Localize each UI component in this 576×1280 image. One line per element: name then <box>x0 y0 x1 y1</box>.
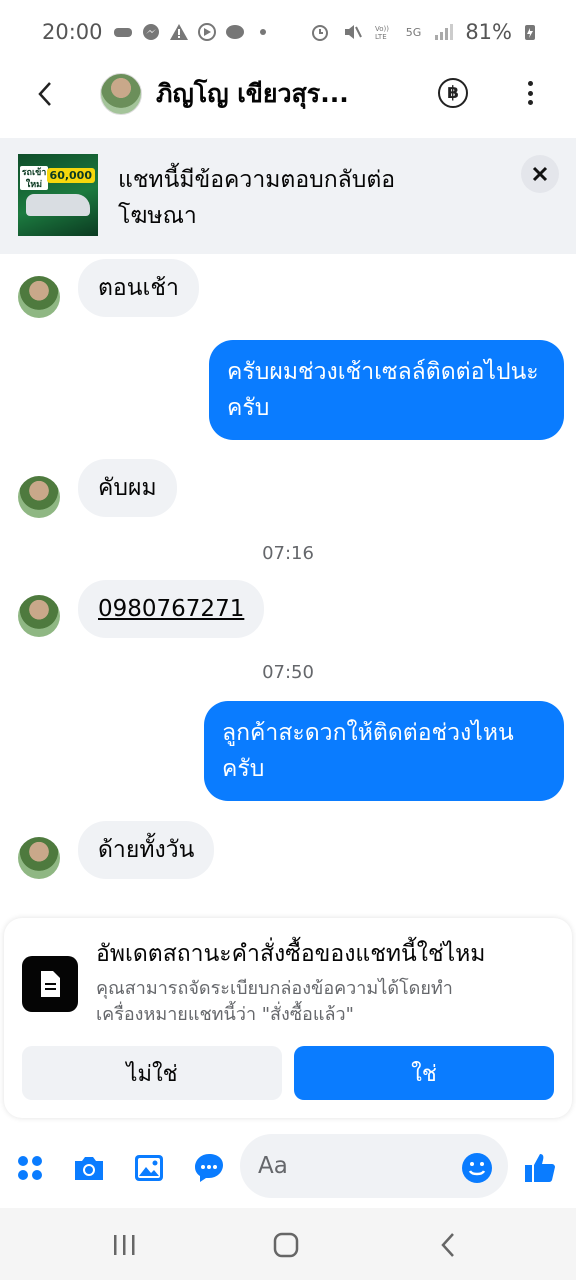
battery-charging-icon <box>525 25 535 40</box>
message-composer: Aa <box>0 1130 576 1206</box>
order-prompt-title: อัพเดตสถานะคำสั่งซื้อของแชทนี้ใช่ไหม <box>96 941 486 967</box>
ad-thumb-price: 60,000 <box>46 168 95 183</box>
incoming-message[interactable]: ด้ายทั้งวัน <box>78 821 215 879</box>
alarm-icon <box>311 25 328 41</box>
ad-banner-text: แชทนี้มีข้อความตอบกลับต่อโฆษณา <box>118 167 396 229</box>
system-back-button[interactable] <box>428 1230 468 1260</box>
line-app-icon <box>225 25 244 39</box>
ad-reply-banner[interactable]: รถเข้าใหม่ 60,000 แชทนี้มีข้อความตอบกลับ… <box>0 138 576 254</box>
outgoing-message[interactable]: ครับผมช่วงเช้าเซลล์ติดต่อไปนะครับ <box>209 340 564 440</box>
battery-percent: 81% <box>465 20 512 44</box>
system-status-icons: Vo)) LTE 5G 81% <box>310 20 536 44</box>
message-timestamp: 07:16 <box>262 543 314 564</box>
dot-icon <box>527 90 533 96</box>
close-ad-banner-button[interactable] <box>521 155 559 193</box>
gallery-button[interactable] <box>131 1150 167 1186</box>
mute-icon <box>344 25 362 39</box>
notification-icons <box>113 23 273 41</box>
incoming-message-phone[interactable]: 0980767271 <box>78 580 265 638</box>
thumbs-up-icon <box>525 1154 555 1182</box>
order-status-prompt-card: อัพเดตสถานะคำสั่งซื้อของแชทนี้ใช่ไหม คุณ… <box>4 918 572 1118</box>
svg-text:LTE: LTE <box>375 33 387 41</box>
incoming-message[interactable]: คับผม <box>78 459 177 517</box>
camera-icon <box>75 1157 103 1180</box>
smiley-icon <box>462 1153 492 1183</box>
back-chevron-icon <box>441 1233 454 1257</box>
recents-icon <box>114 1235 135 1255</box>
yes-button[interactable]: ใช่ <box>294 1046 554 1100</box>
phone-number-link[interactable]: 0980767271 <box>98 596 244 622</box>
emoji-button[interactable] <box>459 1150 495 1186</box>
svg-text:Vo)): Vo)) <box>375 25 389 33</box>
incoming-message[interactable]: ตอนเช้า <box>78 259 199 317</box>
document-icon <box>22 956 78 1012</box>
ad-thumb-headline: รถเข้าใหม่ <box>21 168 47 190</box>
chevron-left-icon <box>38 82 51 106</box>
four-dots-icon <box>18 1156 42 1180</box>
order-prompt-description: คุณสามารถจัดระเบียบกล่องข้อความได้โดยทำเ… <box>96 978 453 1025</box>
game-controller-icon <box>113 28 132 37</box>
message-timestamp: 07:50 <box>262 662 314 683</box>
image-icon <box>135 1155 163 1181</box>
camera-button[interactable] <box>71 1150 107 1186</box>
apps-menu-button[interactable] <box>12 1150 48 1186</box>
outgoing-message[interactable]: ลูกค้าสะดวกให้ติดต่อช่วงไหนครับ <box>204 701 564 801</box>
contact-name[interactable]: ภิญโญ เขียวสุร... <box>156 74 406 114</box>
warning-icon <box>169 24 188 40</box>
ad-thumb-headline-tag: รถเข้าใหม่ <box>20 166 48 190</box>
dot-icon <box>527 81 533 86</box>
system-navigation-bar <box>0 1208 576 1280</box>
navigation-icon <box>197 23 216 41</box>
contact-avatar[interactable] <box>100 73 142 115</box>
car-image <box>26 194 90 216</box>
home-icon <box>273 1232 299 1258</box>
messenger-icon <box>142 24 159 40</box>
network-type-label: 5G <box>405 25 422 39</box>
payment-baht-button[interactable]: ฿ <box>438 78 468 108</box>
back-button[interactable] <box>0 50 90 138</box>
status-time: 20:00 <box>42 20 103 44</box>
volte-icon: Vo))LTE <box>375 25 389 41</box>
chat-bubble-dots-icon <box>195 1154 223 1182</box>
home-button[interactable] <box>266 1230 306 1260</box>
recent-apps-button[interactable] <box>104 1230 144 1260</box>
ad-thumbnail: รถเข้าใหม่ 60,000 <box>18 154 98 236</box>
signal-icon <box>435 24 454 40</box>
messenger-chat-screen: 20:00 Vo)) LTE 5G 81% ภิญโญ เขียวสุร... ฿ <box>0 0 576 1280</box>
sender-avatar[interactable] <box>18 595 60 637</box>
sender-avatar[interactable] <box>18 837 60 879</box>
like-button[interactable] <box>522 1150 558 1186</box>
no-button[interactable]: ไม่ใช่ <box>22 1046 282 1100</box>
close-icon <box>532 166 548 182</box>
more-options-button[interactable] <box>520 78 540 108</box>
conversation-header: ภิญโญ เขียวสุร... ฿ <box>0 50 576 138</box>
dot-icon <box>527 100 533 105</box>
sender-avatar[interactable] <box>18 476 60 518</box>
more-notifications-dot-icon <box>259 29 266 35</box>
chat-extras-button[interactable] <box>191 1150 227 1186</box>
sender-avatar[interactable] <box>18 276 60 318</box>
